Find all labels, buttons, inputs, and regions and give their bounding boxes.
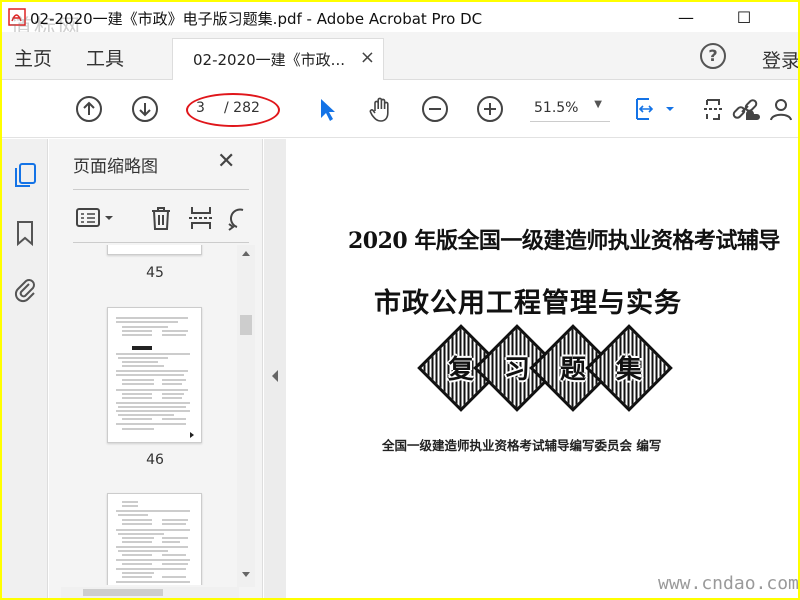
prev-page-icon[interactable] (74, 94, 104, 124)
scrollbar-thumb[interactable] (240, 315, 252, 335)
document-view[interactable]: 2020 年版全国一级建造师执业资格考试辅导 市政公用工程管理与实务 复 习 题… (286, 139, 798, 598)
tab-home[interactable]: 主页 (14, 44, 52, 71)
page-thumbnails-panel: 页面缩略图 ✕ 45 46 (49, 139, 263, 598)
rotate-icon[interactable] (223, 204, 251, 232)
page-highlight-annotation (186, 93, 280, 127)
tab-document[interactable]: 02-2020一建《市政... × (172, 38, 384, 80)
delete-icon[interactable] (147, 204, 175, 232)
collapse-panel-icon[interactable] (270, 369, 280, 383)
share-link-icon[interactable] (730, 94, 760, 124)
panel-toolbar (73, 189, 249, 243)
window-title: 02-2020一建《市政》电子版习题集.pdf - Adobe Acrobat … (30, 10, 483, 28)
document-author: 全国一级建造师执业资格考试辅导编写委员会 编写 (382, 438, 662, 453)
document-title: 市政公用工程管理与实务 (374, 288, 682, 319)
zoom-out-icon[interactable] (420, 94, 450, 124)
maximize-button[interactable]: ☐ (724, 4, 764, 30)
thumbnail-vertical-scrollbar[interactable] (237, 245, 255, 587)
thumbnail-horizontal-scrollbar[interactable] (61, 587, 239, 598)
user-icon[interactable] (768, 94, 798, 124)
panel-title: 页面缩略图 (73, 157, 158, 177)
left-rail (2, 139, 48, 598)
site-watermark-url: www.cndao.com (658, 573, 798, 594)
page-thumbnail-number: 45 (146, 265, 164, 281)
help-icon[interactable]: ? (700, 43, 726, 69)
thumbnail-text-lines (116, 501, 190, 583)
page-thumbnail[interactable] (107, 307, 202, 443)
zoom-value: 51.5% (534, 100, 579, 116)
minimize-button[interactable]: — (666, 4, 706, 30)
tab-tools[interactable]: 工具 (86, 44, 124, 71)
panel-divider[interactable] (264, 139, 286, 598)
scan-icon[interactable] (702, 94, 724, 124)
extract-pages-icon[interactable] (187, 204, 215, 232)
bookmark-icon[interactable] (12, 219, 38, 247)
stamp-char: 集 (615, 355, 642, 385)
login-button[interactable]: 登录 (762, 46, 798, 73)
thumbnail-text-lines (116, 317, 194, 438)
attachment-icon[interactable] (12, 275, 38, 303)
chevron-down-icon: ▼ (594, 99, 602, 110)
toolbar: 3 / 282 51.5% ▼ (2, 80, 798, 138)
page-thumbnail-number: 46 (146, 452, 164, 468)
scrollbar-thumb[interactable] (83, 589, 163, 596)
page-thumbnail[interactable] (107, 245, 202, 255)
scroll-down-icon[interactable] (241, 571, 251, 579)
document-stamp-title: 复 习 题 集 (417, 324, 673, 412)
close-tab-icon[interactable]: × (360, 47, 375, 68)
hand-icon[interactable] (366, 94, 396, 124)
page-thumbnail[interactable] (107, 493, 202, 585)
page-thumbnails-icon[interactable] (12, 161, 38, 189)
zoom-in-icon[interactable] (475, 94, 505, 124)
thumbnail-list: 45 46 (49, 245, 239, 585)
title-bar: 道标网 02-2020一建《市政》电子版习题集.pdf - Adobe Acro… (2, 2, 798, 41)
close-icon[interactable]: ✕ (217, 149, 235, 174)
thumbnail-options-icon[interactable] (75, 204, 117, 232)
select-arrow-icon[interactable] (312, 94, 342, 124)
fit-page-icon[interactable] (632, 94, 678, 124)
document-heading: 2020 年版全国一级建造师执业资格考试辅导 (348, 228, 780, 254)
acrobat-window: 道标网 02-2020一建《市政》电子版习题集.pdf - Adobe Acro… (2, 2, 798, 598)
tab-bar: 主页 工具 02-2020一建《市政... × ? 登录 (2, 32, 798, 80)
zoom-select[interactable]: 51.5% ▼ (530, 96, 610, 122)
scroll-up-icon[interactable] (241, 249, 251, 257)
next-page-icon[interactable] (130, 94, 160, 124)
document-tab-label: 02-2020一建《市政... (193, 51, 345, 69)
